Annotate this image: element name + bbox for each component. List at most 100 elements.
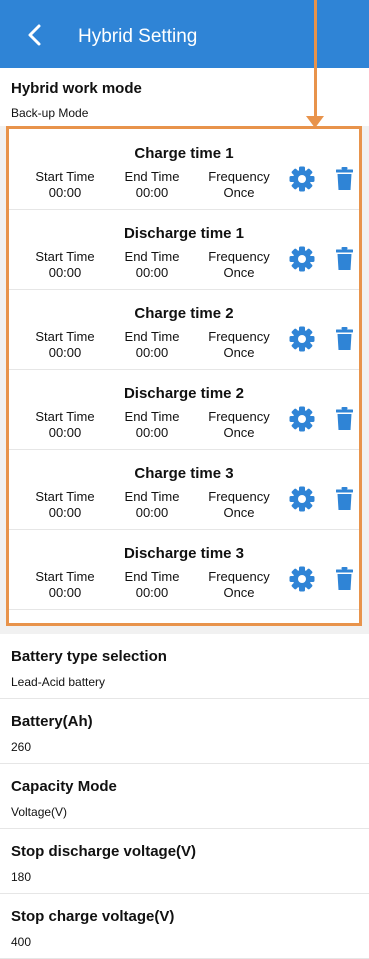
battery-settings-list: Battery type selection Lead-Acid battery… [0,634,369,959]
annotation-arrow-head [306,116,324,128]
end-time-label: End Time [124,249,180,264]
start-time-label: Start Time [35,169,95,184]
start-time-value: 00:00 [48,185,82,200]
setting-row-battery-ah[interactable]: Battery(Ah) 260 [0,699,369,764]
start-time-label: Start Time [35,249,95,264]
frequency-cell: Frequency Once [199,569,279,601]
setting-row-battery-type[interactable]: Battery type selection Lead-Acid battery [0,634,369,699]
slot-title: Discharge time 1 [123,225,245,242]
start-time-label: Start Time [35,409,95,424]
setting-title: Battery(Ah) [11,713,93,730]
setting-title: Stop discharge voltage(V) [11,843,197,860]
end-time-value: 00:00 [135,345,169,360]
end-time-label: End Time [124,489,180,504]
frequency-cell: Frequency Once [199,489,279,521]
end-time-cell: End Time 00:00 [117,569,187,601]
end-time-cell: End Time 00:00 [117,329,187,361]
slot-title: Discharge time 3 [123,545,245,562]
gear-icon[interactable] [289,246,315,272]
start-time-value: 00:00 [48,265,82,280]
setting-row-stop-charge-voltage[interactable]: Stop charge voltage(V) 400 [0,894,369,959]
frequency-value: Once [223,425,255,440]
start-time-label: Start Time [35,329,95,344]
trash-icon[interactable] [336,327,353,350]
slot-title: Charge time 1 [134,145,234,162]
gear-icon[interactable] [289,166,315,192]
frequency-label: Frequency [208,489,270,504]
frequency-value: Once [223,505,255,520]
gear-icon[interactable] [289,566,315,592]
frequency-label: Frequency [208,569,270,584]
end-time-label: End Time [124,409,180,424]
end-time-value: 00:00 [135,265,169,280]
end-time-label: End Time [124,169,180,184]
setting-row-capacity-mode[interactable]: Capacity Mode Voltage(V) [0,764,369,829]
setting-value: Lead-Acid battery [11,675,106,689]
end-time-value: 00:00 [135,505,169,520]
start-time-cell: Start Time 00:00 [25,489,105,521]
frequency-value: Once [223,585,255,600]
end-time-cell: End Time 00:00 [117,409,187,441]
start-time-cell: Start Time 00:00 [25,409,105,441]
time-slot-row: Charge time 2 Start Time 00:00 End Time … [9,289,359,370]
frequency-value: Once [223,265,255,280]
frequency-label: Frequency [208,169,270,184]
start-time-label: Start Time [35,489,95,504]
trash-icon[interactable] [336,407,353,430]
frequency-cell: Frequency Once [199,249,279,281]
setting-title: Battery type selection [11,648,167,665]
start-time-label: Start Time [35,569,95,584]
start-time-value: 00:00 [48,425,82,440]
start-time-cell: Start Time 00:00 [25,169,105,201]
frequency-cell: Frequency Once [199,329,279,361]
time-slot-row: Discharge time 2 Start Time 00:00 End Ti… [9,369,359,450]
slot-title: Discharge time 2 [123,385,245,402]
start-time-cell: Start Time 00:00 [25,249,105,281]
end-time-label: End Time [124,329,180,344]
work-mode-title: Hybrid work mode [11,80,142,97]
slot-title: Charge time 3 [134,465,234,482]
start-time-cell: Start Time 00:00 [25,569,105,601]
start-time-value: 00:00 [48,505,82,520]
setting-row-stop-discharge-voltage[interactable]: Stop discharge voltage(V) 180 [0,829,369,894]
setting-value: 260 [11,740,32,754]
gear-icon[interactable] [289,326,315,352]
frequency-value: Once [223,345,255,360]
time-slot-row: Charge time 1 Start Time 00:00 End Time … [9,129,359,210]
end-time-cell: End Time 00:00 [117,249,187,281]
back-chevron-icon[interactable] [22,22,48,48]
frequency-cell: Frequency Once [199,169,279,201]
frequency-value: Once [223,185,255,200]
annotation-arrow-line [314,0,317,120]
start-time-value: 00:00 [48,345,82,360]
start-time-cell: Start Time 00:00 [25,329,105,361]
setting-title: Capacity Mode [11,778,117,795]
trash-icon[interactable] [336,567,353,590]
gear-icon[interactable] [289,406,315,432]
setting-title: Stop charge voltage(V) [11,908,175,925]
end-time-cell: End Time 00:00 [117,169,187,201]
setting-value: 180 [11,870,32,884]
frequency-label: Frequency [208,329,270,344]
frequency-label: Frequency [208,249,270,264]
page-title: Hybrid Setting [78,26,198,47]
trash-icon[interactable] [336,487,353,510]
slot-title: Charge time 2 [134,305,234,322]
end-time-cell: End Time 00:00 [117,489,187,521]
gear-icon[interactable] [289,486,315,512]
end-time-value: 00:00 [135,185,169,200]
trash-icon[interactable] [336,247,353,270]
time-slot-row: Charge time 3 Start Time 00:00 End Time … [9,449,359,530]
time-slot-row: Discharge time 3 Start Time 00:00 End Ti… [9,529,359,610]
work-mode-value: Back-up Mode [11,106,89,120]
trash-icon[interactable] [336,167,353,190]
setting-value: Voltage(V) [11,805,68,819]
end-time-label: End Time [124,569,180,584]
frequency-cell: Frequency Once [199,409,279,441]
frequency-label: Frequency [208,409,270,424]
end-time-value: 00:00 [135,425,169,440]
start-time-value: 00:00 [48,585,82,600]
setting-value: 400 [11,935,32,949]
time-slot-row: Discharge time 1 Start Time 00:00 End Ti… [9,209,359,290]
time-slot-list: Charge time 1 Start Time 00:00 End Time … [6,126,362,626]
